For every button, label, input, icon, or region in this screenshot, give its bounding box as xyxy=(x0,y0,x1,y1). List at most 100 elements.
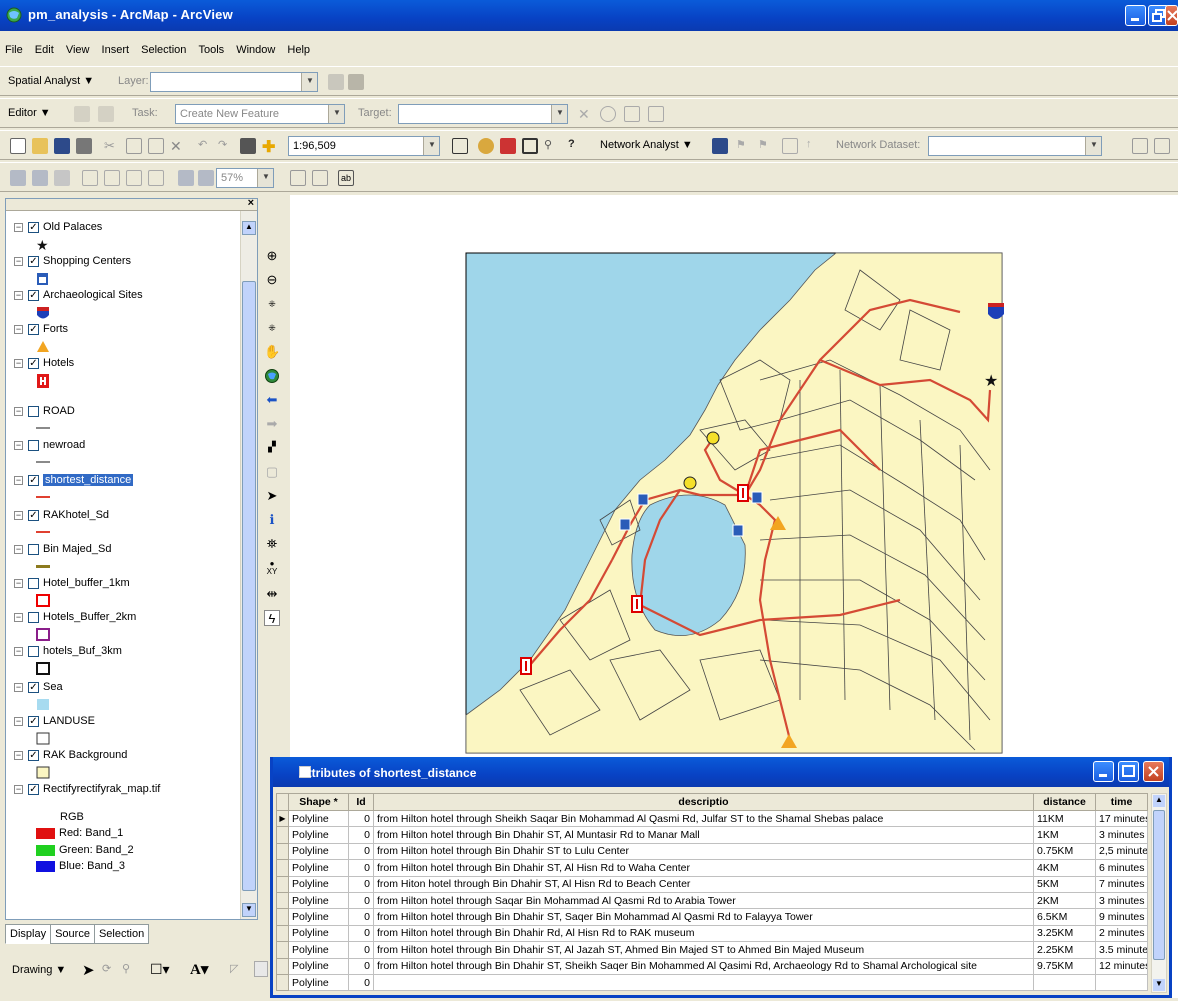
cell-time[interactable]: 17 minutes xyxy=(1095,809,1148,828)
layer-row[interactable]: − Bin Majed_Sd xyxy=(14,543,112,555)
column-header-shape[interactable]: Shape * xyxy=(288,793,349,811)
fixed-zoom-out-icon[interactable]: ⁜ xyxy=(264,320,280,336)
back-extent-icon[interactable] xyxy=(178,170,194,186)
cell-distance[interactable]: 9.75KM xyxy=(1033,957,1096,975)
layer-select[interactable] xyxy=(150,72,318,92)
layout-view-icon[interactable] xyxy=(240,138,256,154)
text-tool-icon[interactable]: A▾ xyxy=(190,960,208,979)
cell-descriptio[interactable]: from Hilton hotel through Bin Dhahir ST,… xyxy=(373,957,1034,975)
menu-tools[interactable]: Tools xyxy=(193,38,228,56)
menu-insert[interactable]: Insert xyxy=(97,38,134,56)
layout-zoom-select[interactable]: 57% xyxy=(216,168,274,188)
scroll-up-icon[interactable]: ▲ xyxy=(242,221,256,235)
toc-close-icon[interactable]: × xyxy=(248,199,254,209)
select-elements-icon[interactable]: ➤ xyxy=(264,488,280,504)
collapse-icon[interactable]: − xyxy=(14,612,23,622)
directions-icon[interactable] xyxy=(1154,138,1170,154)
row-selector[interactable] xyxy=(276,826,289,844)
forward-extent-icon[interactable]: ➡ xyxy=(264,416,280,432)
attributes-scrollbar[interactable]: ▲ ▼ xyxy=(1151,793,1167,993)
layer-visibility-checkbox[interactable] xyxy=(28,439,39,451)
cell-distance[interactable]: 3.25KM xyxy=(1033,924,1096,943)
cell-descriptio[interactable]: from Hilton hotel through Bin Dhahir ST,… xyxy=(373,941,1034,959)
task-select[interactable]: Create New Feature xyxy=(175,104,345,124)
table-row[interactable]: Polyline 0 from Hilton hotel through Bin D… xyxy=(276,842,1148,861)
scroll-down-icon[interactable]: ▼ xyxy=(242,903,256,917)
column-header-time[interactable]: time xyxy=(1095,793,1148,811)
zoom-in-icon[interactable]: ⊕ xyxy=(264,248,280,264)
layer-visibility-checkbox[interactable] xyxy=(28,611,39,623)
layer-row[interactable]: − Hotel_buffer_1km xyxy=(14,577,130,589)
model-builder-icon[interactable]: ⚲ xyxy=(544,138,560,154)
layer-visibility-checkbox[interactable]: ✓ xyxy=(28,289,39,301)
toc-grip[interactable]: × xyxy=(6,199,257,211)
cell-descriptio[interactable]: from Hiton hotel through Bin Dhahir ST, … xyxy=(373,875,1034,893)
spatial-analyst-menu[interactable]: Spatial Analyst ▼ xyxy=(8,75,94,87)
tab-display[interactable]: Display xyxy=(5,924,52,944)
table-row[interactable]: Polyline 0 from Hilton hotel through Saqa… xyxy=(276,891,1148,910)
layer-row[interactable]: − ✓ Sea xyxy=(14,681,63,693)
cell-shape[interactable]: Polyline xyxy=(288,941,349,959)
layer-name[interactable]: Archaeological Sites xyxy=(43,289,143,301)
measure-icon[interactable]: ⇹ xyxy=(264,586,280,602)
collapse-icon[interactable]: − xyxy=(14,440,23,450)
cell-descriptio[interactable]: from Hilton hotel through Bin Dhahir ST,… xyxy=(373,859,1034,877)
layer-name[interactable]: ROAD xyxy=(43,405,75,417)
layer-row[interactable]: − hotels_Buf_3km xyxy=(14,645,122,657)
cell-id[interactable]: 0 xyxy=(348,924,374,943)
layer-name[interactable]: Forts xyxy=(43,323,68,335)
fixed-zoom-in-icon[interactable] xyxy=(126,170,142,186)
table-row[interactable]: Polyline 0 from Hilton hotel through Bin D… xyxy=(276,957,1148,975)
cell-time[interactable]: 3 minutes xyxy=(1095,891,1148,910)
scroll-down-icon[interactable]: ▼ xyxy=(1153,979,1165,991)
close-button[interactable] xyxy=(1165,5,1178,26)
layer-visibility-checkbox[interactable]: ✓ xyxy=(28,749,39,761)
attributes-maximize-button[interactable] xyxy=(1118,761,1139,782)
layer-name[interactable]: hotels_Buf_3km xyxy=(43,645,122,657)
cell-shape[interactable]: Polyline xyxy=(288,826,349,844)
layer-row[interactable]: − ✓ Archaeological Sites xyxy=(14,289,143,301)
layer-visibility-checkbox[interactable]: ✓ xyxy=(28,255,39,267)
cell-descriptio[interactable]: from Hilton hotel through Saqar Bin Moha… xyxy=(373,891,1034,910)
pan-icon[interactable]: ✋ xyxy=(264,344,280,360)
layer-row[interactable]: − ✓ Rectifyrectifyrak_map.tif xyxy=(14,783,160,795)
attributes-scroll-thumb[interactable] xyxy=(1153,810,1165,960)
histogram-icon[interactable] xyxy=(348,74,364,90)
add-data-icon[interactable]: ✚ xyxy=(262,137,278,156)
drawing-menu[interactable]: Drawing ▼ xyxy=(12,964,66,976)
undo-icon[interactable]: ↶ xyxy=(198,138,214,154)
layer-row[interactable]: − ✓ shortest_distance xyxy=(14,474,134,487)
tab-selection[interactable]: Selection xyxy=(93,924,150,944)
collapse-icon[interactable]: − xyxy=(14,358,23,368)
cell-descriptio[interactable]: from Hilton hotel through Sheikh Saqar B… xyxy=(373,809,1034,828)
new-document-icon[interactable] xyxy=(10,138,26,154)
cell-shape[interactable]: Polyline xyxy=(288,957,349,975)
collapse-icon[interactable]: − xyxy=(14,646,23,656)
cell-time[interactable]: 7 minutes xyxy=(1095,875,1148,893)
cell-id[interactable]: 0 xyxy=(348,891,374,910)
redo-icon[interactable]: ↷ xyxy=(218,138,234,154)
rectangle-tool-icon[interactable]: ☐▾ xyxy=(150,961,170,978)
toc-scroll-thumb[interactable] xyxy=(242,281,256,891)
edit-vertices-icon[interactable]: ◸ xyxy=(230,962,238,975)
column-header-id[interactable]: Id xyxy=(348,793,374,811)
layer-name[interactable]: Sea xyxy=(43,681,63,693)
editor-menu[interactable]: Editor ▼ xyxy=(8,107,51,119)
drawing-overflow-icon[interactable] xyxy=(254,961,268,977)
collapse-icon[interactable]: − xyxy=(14,578,23,588)
delete-icon[interactable]: ✕ xyxy=(170,138,186,154)
layer-row[interactable]: − newroad xyxy=(14,439,85,451)
corner-cell[interactable] xyxy=(276,793,289,811)
hyperlink-lightning-icon[interactable]: ϟ xyxy=(264,610,280,626)
table-row[interactable]: Polyline 0 xyxy=(276,973,1148,992)
cell-id[interactable]: 0 xyxy=(348,941,374,959)
layer-name[interactable]: RAK Background xyxy=(43,749,127,761)
cell-shape[interactable]: Polyline xyxy=(288,809,349,828)
forward-extent-icon[interactable] xyxy=(198,170,214,186)
command-line-icon[interactable] xyxy=(522,138,538,154)
collapse-icon[interactable]: − xyxy=(14,256,23,266)
collapse-icon[interactable]: − xyxy=(14,784,23,794)
row-selector[interactable] xyxy=(276,842,289,861)
minimize-button[interactable] xyxy=(1125,5,1146,26)
layer-visibility-checkbox[interactable]: ✓ xyxy=(28,357,39,369)
